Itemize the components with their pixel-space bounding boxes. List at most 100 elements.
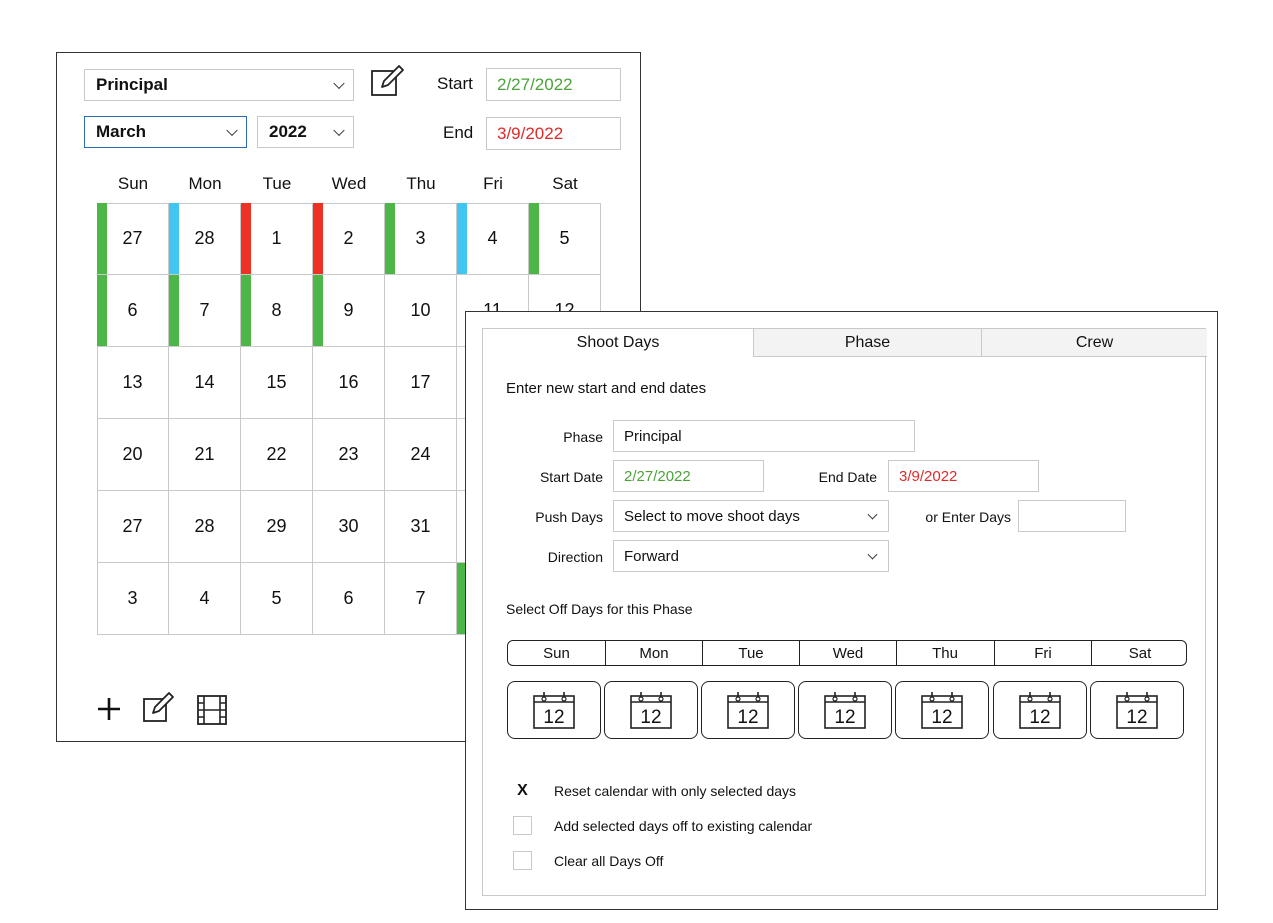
calendar-day-cell[interactable]: 10 xyxy=(385,275,457,347)
tab-crew[interactable]: Crew xyxy=(981,329,1207,357)
calendar-day-cell[interactable]: 6 xyxy=(313,563,385,635)
day-number: 17 xyxy=(410,372,431,392)
calendar-day-cell[interactable]: 24 xyxy=(385,419,457,491)
calendar-day-cell[interactable]: 31 xyxy=(385,491,457,563)
calendar-day-cell[interactable]: 23 xyxy=(313,419,385,491)
day-status-bar xyxy=(169,203,179,274)
calendar-day-cell[interactable]: 4 xyxy=(169,563,241,635)
calendar-day-cell[interactable]: 14 xyxy=(169,347,241,419)
calendar-day-cell[interactable]: 13 xyxy=(97,347,169,419)
day-number: 31 xyxy=(410,516,431,536)
calendar-day-cell[interactable]: 7 xyxy=(169,275,241,347)
edit-icon[interactable] xyxy=(142,691,178,725)
weekday-label: Thu xyxy=(406,174,436,193)
day-number: 13 xyxy=(122,372,143,392)
calendar-day-cell[interactable]: 27 xyxy=(97,491,169,563)
calendar-day-cell[interactable]: 4 xyxy=(457,203,529,275)
phase-input[interactable]: Principal xyxy=(613,420,915,452)
enter-days-input[interactable] xyxy=(1018,500,1126,532)
off-day-toggle-button[interactable]: 12 xyxy=(701,681,795,739)
day-number: 8 xyxy=(271,300,282,320)
option-label: Add selected days off to existing calend… xyxy=(554,818,813,834)
end-date-input-value: 3/9/2022 xyxy=(899,467,958,485)
month-select[interactable]: March xyxy=(84,116,247,148)
calendar-day-cell[interactable]: 30 xyxy=(313,491,385,563)
day-status-bar xyxy=(241,275,251,346)
option-checkbox[interactable] xyxy=(513,816,532,835)
off-day-label: Sat xyxy=(1091,641,1188,665)
start-date-display: 2/27/2022 xyxy=(486,68,621,101)
off-day-label: Wed xyxy=(799,641,896,665)
off-day-toggle-button[interactable]: 12 xyxy=(798,681,892,739)
push-days-select[interactable]: Select to move shoot days xyxy=(613,500,889,532)
calendar-day-cell[interactable]: 3 xyxy=(385,203,457,275)
calendar-day-cell[interactable]: 6 xyxy=(97,275,169,347)
off-day-toggle-button[interactable]: 12 xyxy=(507,681,601,739)
day-number: 7 xyxy=(199,300,210,320)
phase-select[interactable]: Principal xyxy=(84,69,354,101)
chevron-down-icon xyxy=(226,124,238,137)
edit-phase-icon[interactable] xyxy=(370,63,406,99)
option-label: Reset calendar with only selected days xyxy=(554,783,797,799)
chevron-down-icon xyxy=(867,549,878,560)
plus-icon[interactable] xyxy=(95,695,123,723)
start-date-input-value: 2/27/2022 xyxy=(624,467,691,485)
day-number: 10 xyxy=(410,300,431,320)
calendar-day-cell[interactable]: 28 xyxy=(169,203,241,275)
calendar-day-cell[interactable]: 20 xyxy=(97,419,169,491)
tab-shoot-days[interactable]: Shoot Days xyxy=(483,329,753,357)
off-days-heading: Select Off Days for this Phase xyxy=(506,601,693,617)
calendar-day-cell[interactable]: 28 xyxy=(169,491,241,563)
day-number: 5 xyxy=(559,228,570,248)
end-date-input[interactable]: 3/9/2022 xyxy=(888,460,1039,492)
off-day-toggle-button[interactable]: 12 xyxy=(895,681,989,739)
direction-select[interactable]: Forward xyxy=(613,540,889,572)
off-day-label: Thu xyxy=(896,641,993,665)
calendar-day-cell[interactable]: 9 xyxy=(313,275,385,347)
calendar-day-cell[interactable]: 27 xyxy=(97,203,169,275)
day-number: 16 xyxy=(338,372,359,392)
off-day-toggle-button[interactable]: 12 xyxy=(604,681,698,739)
push-days-label: Push Days xyxy=(535,509,603,525)
calendar-icon: 12 xyxy=(727,692,769,729)
option-checkbox[interactable]: X xyxy=(513,781,532,800)
calendar-icon-number: 12 xyxy=(1029,707,1050,728)
calendar-day-cell[interactable]: 22 xyxy=(241,419,313,491)
calendar-day-cell[interactable]: 8 xyxy=(241,275,313,347)
calendar-day-cell[interactable]: 7 xyxy=(385,563,457,635)
calendar-icon: 12 xyxy=(1116,692,1158,729)
or-enter-days-label: or Enter Days xyxy=(925,509,1011,525)
day-number: 4 xyxy=(487,228,498,248)
tab-phase[interactable]: Phase xyxy=(753,329,981,357)
option-checkbox[interactable] xyxy=(513,851,532,870)
calendar-day-cell[interactable]: 17 xyxy=(385,347,457,419)
calendar-day-cell[interactable]: 16 xyxy=(313,347,385,419)
day-status-bar xyxy=(529,203,539,274)
calendar-day-cell[interactable]: 5 xyxy=(529,203,601,275)
off-day-toggle-button[interactable]: 12 xyxy=(993,681,1087,739)
option-label: Clear all Days Off xyxy=(554,853,664,869)
off-day-toggle-button[interactable]: 12 xyxy=(1090,681,1184,739)
day-number: 28 xyxy=(194,228,215,248)
calendar-day-cell[interactable]: 29 xyxy=(241,491,313,563)
film-icon[interactable] xyxy=(196,694,228,726)
calendar-day-cell[interactable]: 5 xyxy=(241,563,313,635)
tab-label: Phase xyxy=(844,333,891,351)
calendar-day-cell[interactable]: 1 xyxy=(241,203,313,275)
edit-shoot-days-dialog: Shoot Days Phase Crew Enter new start an… xyxy=(465,311,1218,910)
calendar-day-cell[interactable]: 3 xyxy=(97,563,169,635)
day-number: 9 xyxy=(343,300,354,320)
day-number: 5 xyxy=(271,588,282,608)
tab-label: Shoot Days xyxy=(576,334,660,351)
calendar-icon: 12 xyxy=(1019,692,1061,729)
calendar-day-cell[interactable]: 21 xyxy=(169,419,241,491)
direction-value: Forward xyxy=(624,547,680,565)
calendar-icon-number: 12 xyxy=(834,707,855,728)
start-date-input[interactable]: 2/27/2022 xyxy=(613,460,764,492)
year-select[interactable]: 2022 xyxy=(257,116,354,148)
chevron-down-icon xyxy=(867,509,878,520)
phase-select-value: Principal xyxy=(96,75,168,94)
check-mark: X xyxy=(517,781,528,799)
calendar-day-cell[interactable]: 15 xyxy=(241,347,313,419)
calendar-day-cell[interactable]: 2 xyxy=(313,203,385,275)
